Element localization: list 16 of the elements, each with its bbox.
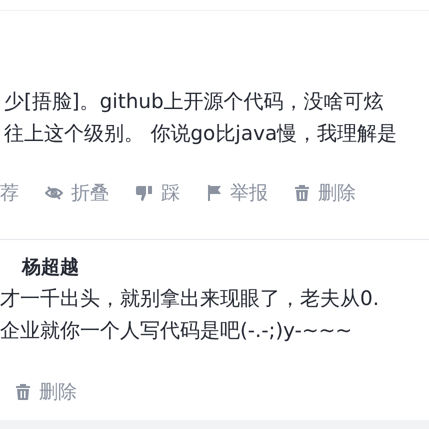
- comment-text: 往上这个级别。 你说go比java慢，我理解是: [3, 120, 398, 147]
- flag-icon: [206, 184, 222, 202]
- recommend-link[interactable]: 荐: [0, 180, 19, 206]
- comment-text: 才一千出头，就别拿出来现眼了，老夫从0.: [0, 285, 380, 312]
- delete-link[interactable]: 删除: [294, 180, 356, 206]
- trash-icon: [15, 383, 31, 401]
- dislike-link[interactable]: 踩: [135, 180, 180, 206]
- fold-link[interactable]: 折叠: [45, 180, 109, 206]
- author-name: 杨超越: [20, 255, 80, 280]
- comment-text: 企业就你一个人写代码是吧(-.-;)y-~~~: [0, 317, 354, 344]
- comment-text: 少[捂脸]。github上开源个代码，没啥可炫: [3, 88, 385, 115]
- report-link[interactable]: 举报: [206, 180, 268, 206]
- delete-link[interactable]: 删除: [15, 379, 77, 405]
- thumbs-down-icon: [135, 184, 153, 202]
- trash-icon: [294, 184, 310, 202]
- eye-slash-icon: [45, 186, 63, 200]
